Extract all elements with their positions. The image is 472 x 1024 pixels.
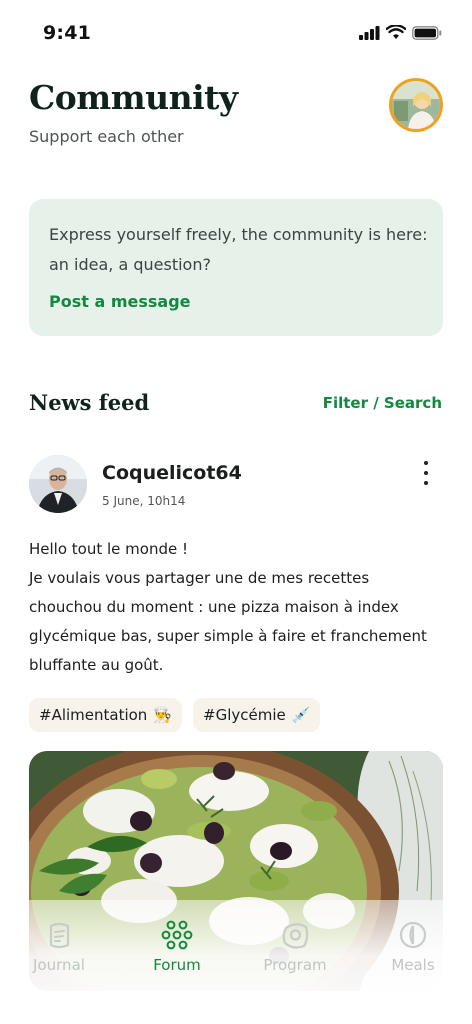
chef-emoji-icon: 👨‍🍳 [153, 706, 173, 724]
tag-label: #Glycémie [203, 706, 286, 724]
wifi-icon [386, 25, 406, 39]
tag-glycemie[interactable]: #Glycémie 💉 [193, 698, 321, 732]
tab-meals-label: Meals [391, 956, 435, 974]
tab-meals[interactable]: Meals [368, 918, 458, 974]
journal-icon [49, 922, 70, 949]
status-bar: 9:41 [0, 0, 472, 64]
news-feed-title: News feed [29, 390, 150, 415]
page-title: Community [29, 78, 238, 117]
tab-forum-label: Forum [153, 956, 201, 974]
author-photo [29, 455, 87, 513]
tab-journal-label: Journal [33, 956, 85, 974]
compose-card: Express yourself freely, the community i… [29, 199, 443, 336]
forum-icon [161, 920, 193, 950]
more-options-icon[interactable] [416, 458, 436, 488]
post-body-line: glycémique bas, super simple à faire et … [29, 627, 427, 645]
tab-forum[interactable]: Forum [132, 918, 222, 974]
status-icons [359, 25, 442, 40]
bottom-tab-bar: Journal Forum Program Meals [0, 900, 472, 1024]
post-body-line: Je voulais vous partager une de mes rece… [29, 569, 370, 587]
filter-search-link[interactable]: Filter / Search [323, 394, 442, 412]
battery-icon [412, 25, 442, 40]
post-author-name[interactable]: Coquelicot64 [102, 462, 242, 484]
tag-alimentation[interactable]: #Alimentation 👨‍🍳 [29, 698, 183, 732]
post-body-line: chouchou du moment : une pizza maison à … [29, 598, 399, 616]
post-body: Hello tout le monde ! Je voulais vous pa… [29, 535, 444, 680]
profile-photo [392, 81, 440, 129]
syringe-emoji-icon: 💉 [291, 706, 311, 724]
post-date: 5 June, 10h14 [102, 494, 186, 508]
tab-program-label: Program [263, 956, 327, 974]
meals-icon [399, 921, 427, 949]
cellular-signal-icon [359, 25, 380, 40]
profile-avatar[interactable] [389, 78, 443, 132]
post-message-link[interactable]: Post a message [49, 292, 191, 311]
tab-journal[interactable]: Journal [14, 918, 104, 974]
status-time: 9:41 [43, 22, 92, 44]
compose-prompt: Express yourself freely, the community i… [49, 225, 428, 274]
post-body-line: Hello tout le monde ! [29, 540, 188, 558]
tag-label: #Alimentation [39, 706, 148, 724]
program-icon [282, 923, 309, 949]
tab-program[interactable]: Program [250, 918, 340, 974]
post-author-avatar[interactable] [29, 455, 87, 513]
post-body-line: bluffante au goût. [29, 656, 164, 674]
page-subtitle: Support each other [29, 127, 184, 146]
